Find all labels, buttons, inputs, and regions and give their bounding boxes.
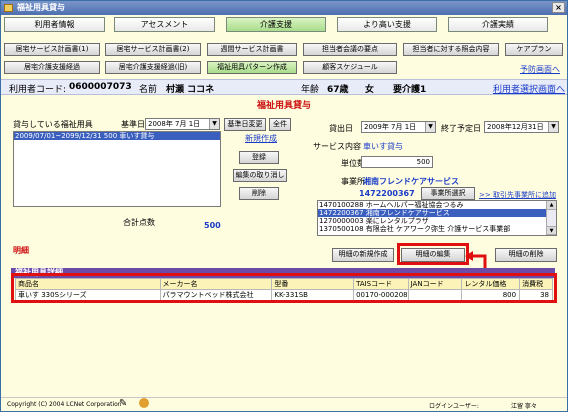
scroll-up-icon[interactable]: ▲ bbox=[547, 201, 556, 210]
tab-user-info[interactable]: 利用者情報 bbox=[4, 17, 105, 32]
detail-highlight-frame bbox=[11, 273, 557, 303]
yobou-link[interactable]: 予防画面へ bbox=[520, 64, 560, 75]
welfare-pattern-button[interactable]: 福祉用具パターン作成 bbox=[207, 61, 297, 74]
ball-icon[interactable] bbox=[139, 398, 149, 408]
lending-items-list[interactable]: 2009/07/01~2099/12/31 500 車いす貸与 bbox=[13, 131, 221, 207]
user-name-label: 名前 bbox=[139, 85, 158, 95]
support-progress-old-button[interactable]: 居宅介護支援経過(旧) bbox=[105, 61, 201, 74]
detail-new-button[interactable]: 明細の新規作成 bbox=[332, 248, 394, 262]
start-date-label: 貸出日 bbox=[329, 124, 353, 133]
app-icon bbox=[4, 4, 13, 12]
start-date-value: 2009年 7月 1日 bbox=[364, 123, 417, 131]
list-item[interactable]: 1370500108 有限会社 ケアワーク弥生 介護サービス事業部 bbox=[318, 225, 556, 233]
customer-schedule-button[interactable]: 顧客スケジュール bbox=[303, 61, 397, 74]
office-list[interactable]: 1470100288 ホームヘルパー福祉協会つるみ 1472200367 湘南フ… bbox=[317, 200, 557, 236]
user-info-bar: 利用者コード: 0600007073 名前 村瀬 ココネ 年齢 67歳 女 要介… bbox=[1, 79, 567, 95]
register-button[interactable]: 登録 bbox=[239, 151, 279, 164]
start-date-select[interactable]: 2009年 7月 1日 ▼ bbox=[361, 121, 436, 133]
user-code-label: 利用者コード: bbox=[9, 85, 67, 95]
end-date-select[interactable]: 2008年12月31日 ▼ bbox=[484, 121, 559, 133]
care-plan-1-button[interactable]: 居宅サービス計画書(1) bbox=[4, 43, 100, 56]
units-input[interactable]: 500 bbox=[361, 156, 433, 168]
lending-items-label: 貸与している福祉用具 bbox=[13, 120, 93, 129]
new-create-link[interactable]: 新規作成 bbox=[245, 133, 277, 144]
login-user-label: ログインユーザー: bbox=[429, 403, 479, 410]
list-item[interactable]: 2009/07/01~2099/12/31 500 車いす貸与 bbox=[14, 132, 220, 140]
cancel-edit-button[interactable]: 編集の取り消し bbox=[233, 169, 287, 182]
inquiry-content-button[interactable]: 担当者に対する照会内容 bbox=[403, 43, 499, 56]
add-office-link[interactable]: >> 取引先事業所に追加 bbox=[479, 190, 556, 200]
chevron-down-icon: ▼ bbox=[425, 122, 435, 132]
all-items-button[interactable]: 全件 bbox=[269, 118, 291, 131]
chevron-down-icon: ▼ bbox=[548, 122, 558, 132]
main-tabs: 利用者情報 アセスメント 介護支援 より高い支援 介護実績 bbox=[1, 17, 567, 33]
office-code: 1472200367 bbox=[359, 189, 415, 198]
base-date-value: 2008年 7月 1日 bbox=[148, 120, 201, 128]
scroll-down-icon[interactable]: ▼ bbox=[547, 226, 556, 235]
list-item[interactable]: 1270000003 楽にレンタルプラザ bbox=[318, 217, 556, 225]
office-select-button[interactable]: 事業所選択 bbox=[421, 187, 475, 200]
user-select-link[interactable]: 利用者選択画面へ bbox=[493, 82, 565, 95]
support-progress-button[interactable]: 居宅介護支援経過 bbox=[4, 61, 100, 74]
login-user: 江留 寧々 bbox=[511, 403, 537, 410]
user-code: 0600007073 bbox=[69, 82, 132, 92]
app-window: 福祉用具貸与 × 利用者情報 アセスメント 介護支援 より高い支援 介護実績 居… bbox=[0, 0, 568, 412]
base-date-label: 基準日 bbox=[121, 120, 145, 129]
care-plan-button[interactable]: ケアプラン bbox=[505, 43, 563, 56]
detail-section-label: 明細 bbox=[13, 246, 29, 255]
total-points-label: 合計点数 bbox=[123, 218, 155, 227]
footer: Copyright (C) 2004 LCNet Corporation ✎ ロ… bbox=[1, 397, 567, 411]
office-list-scrollbar[interactable]: ▲ ▼ bbox=[546, 201, 556, 235]
delete-button[interactable]: 削除 bbox=[239, 187, 279, 200]
weekly-plan-button[interactable]: 週間サービス計画書 bbox=[207, 43, 297, 56]
user-name: 村瀬 ココネ bbox=[166, 85, 215, 95]
total-points: 500 bbox=[204, 221, 221, 230]
care-level: 要介護1 bbox=[393, 85, 427, 95]
tab-higher-support[interactable]: より高い支援 bbox=[337, 17, 437, 32]
base-date-change-button[interactable]: 基準日変更 bbox=[224, 118, 266, 131]
page-title: 福祉用具貸与 bbox=[256, 101, 311, 111]
edit-highlight-frame bbox=[397, 243, 469, 265]
title-bar: 福祉用具貸与 × bbox=[1, 1, 567, 15]
list-item[interactable]: 1470100288 ホームヘルパー福祉協会つるみ bbox=[318, 201, 556, 209]
age-label: 年齢 bbox=[301, 85, 320, 95]
close-button[interactable]: × bbox=[552, 2, 565, 13]
end-date-value: 2008年12月31日 bbox=[487, 123, 544, 131]
meeting-points-button[interactable]: 担当者会議の要点 bbox=[303, 43, 397, 56]
service-value: 車いす貸与 bbox=[363, 142, 403, 151]
user-age: 67歳 bbox=[327, 85, 349, 95]
pencil-icon[interactable]: ✎ bbox=[119, 398, 127, 409]
end-date-label: 終了予定日 bbox=[441, 124, 481, 133]
user-sex: 女 bbox=[365, 85, 375, 95]
tab-care-record[interactable]: 介護実績 bbox=[448, 17, 548, 32]
service-label: サービス内容 bbox=[313, 142, 361, 151]
base-date-select[interactable]: 2008年 7月 1日 ▼ bbox=[145, 118, 220, 130]
tab-assessment[interactable]: アセスメント bbox=[114, 17, 215, 32]
office-name: 湘南フレンドケアサービス bbox=[363, 177, 459, 186]
window-title: 福祉用具貸与 bbox=[17, 3, 65, 12]
care-plan-2-button[interactable]: 居宅サービス計画書(2) bbox=[105, 43, 201, 56]
copyright: Copyright (C) 2004 LCNet Corporation bbox=[7, 401, 122, 408]
chevron-down-icon: ▼ bbox=[209, 119, 219, 129]
office-label: 事業所 bbox=[341, 177, 365, 186]
detail-delete-button[interactable]: 明細の削除 bbox=[495, 248, 557, 262]
tab-care-support[interactable]: 介護支援 bbox=[226, 17, 326, 32]
list-item[interactable]: 1472200367 湘南フレンドケアサービス bbox=[318, 209, 556, 217]
